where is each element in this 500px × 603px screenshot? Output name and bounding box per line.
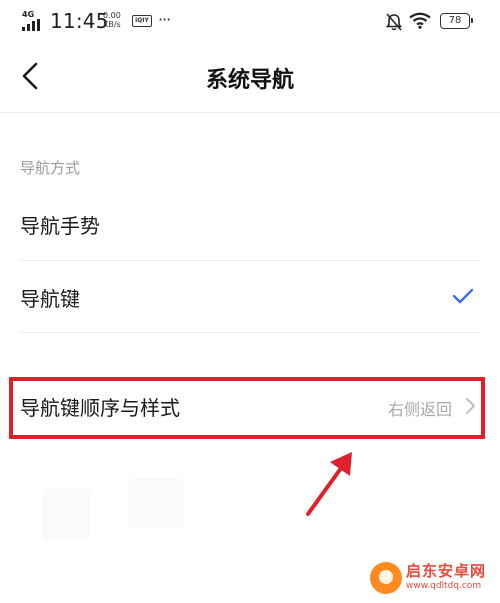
annotation-arrow-icon xyxy=(306,452,352,516)
network-speed-value: 0.00 xyxy=(103,11,121,20)
nav-option-label: 导航手势 xyxy=(20,214,100,238)
network-speed-unit: KB/s xyxy=(103,20,121,29)
header: 系统导航 xyxy=(0,42,500,112)
bell-off-icon xyxy=(386,13,402,31)
nav-option-label: 导航键 xyxy=(20,287,80,311)
wifi-icon xyxy=(409,12,431,29)
watermark-logo-icon xyxy=(370,562,402,594)
status-bar: 4G 11:45 0.00 KB/s iQIY ··· 78 xyxy=(0,0,500,42)
style-preview-middle xyxy=(128,478,184,528)
clock: 11:45 xyxy=(50,9,109,33)
nav-option-gesture[interactable]: 导航手势 xyxy=(0,188,500,260)
section-label: 导航方式 xyxy=(20,159,81,177)
iqiyi-notification-icon: iQIY xyxy=(132,15,152,27)
style-preview-left xyxy=(42,488,90,540)
signal-icon: 4G xyxy=(22,10,44,31)
battery-icon: 78 xyxy=(440,13,473,29)
watermark-name: 启东安卓网 xyxy=(406,562,487,580)
annotation-highlight-box xyxy=(9,377,485,439)
header-divider xyxy=(0,112,500,113)
option-divider xyxy=(20,332,480,333)
watermark-url: www.qdltdq.com xyxy=(406,581,482,591)
nav-option-keys[interactable]: 导航键 xyxy=(0,261,500,333)
network-type: 4G xyxy=(22,10,35,19)
watermark: 启东安卓网 www.qdltdq.com xyxy=(370,560,498,600)
checkmark-icon xyxy=(452,288,474,304)
page-title: 系统导航 xyxy=(205,68,294,93)
more-notifications-icon: ··· xyxy=(158,10,171,29)
network-speed: 0.00 KB/s xyxy=(103,11,121,29)
